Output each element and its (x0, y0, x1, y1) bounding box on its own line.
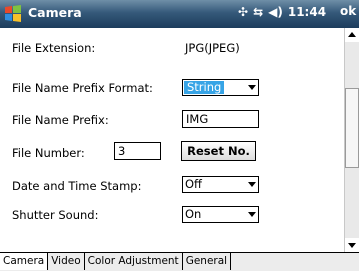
file-number-input[interactable]: 3 (114, 142, 161, 160)
tab-video[interactable]: Video (48, 253, 85, 270)
scroll-up-icon[interactable] (345, 28, 359, 42)
speaker-icon: ◀) (268, 5, 283, 19)
ok-button[interactable]: ok (340, 4, 359, 24)
timestamp-label: Date and Time Stamp: (12, 179, 142, 193)
settings-panel: File Extension: JPG(JPEG) File Name Pref… (0, 28, 344, 252)
chevron-down-icon (248, 212, 256, 217)
file-extension-label: File Extension: (12, 41, 96, 55)
connectivity-icon: ⇆ (253, 5, 264, 19)
prefix-format-label: File Name Prefix Format: (12, 81, 153, 95)
tab-color-adjustment[interactable]: Color Adjustment (84, 253, 183, 270)
signal-icon: ✣ (238, 5, 249, 19)
status-area[interactable]: ✣ ⇆ ◀) 11:44 (238, 5, 326, 19)
scroll-down-icon[interactable] (345, 238, 359, 252)
prefix-label: File Name Prefix: (12, 113, 109, 127)
timestamp-select[interactable]: Off (182, 176, 259, 193)
scroll-thumb[interactable] (345, 88, 359, 168)
clock: 11:44 (287, 5, 327, 19)
tab-camera[interactable]: Camera (0, 253, 49, 270)
tab-bar: Camera Video Color Adjustment General (0, 252, 359, 271)
chevron-down-icon (248, 85, 256, 90)
title-bar: Camera ✣ ⇆ ◀) 11:44 ok (0, 0, 359, 28)
shutter-select[interactable]: On (182, 206, 259, 223)
file-extension-value: JPG(JPEG) (185, 41, 240, 55)
timestamp-value: Off (185, 177, 202, 191)
vertical-scrollbar[interactable] (344, 28, 359, 252)
reset-number-button[interactable]: Reset No. (181, 141, 256, 161)
shutter-label: Shutter Sound: (12, 208, 99, 222)
prefix-format-select[interactable]: String (182, 79, 259, 96)
windows-start-icon[interactable] (3, 4, 23, 24)
prefix-input[interactable]: IMG (182, 110, 259, 128)
file-number-label: File Number: (12, 146, 85, 160)
app-title: Camera (28, 5, 82, 20)
chevron-down-icon (248, 182, 256, 187)
tab-general[interactable]: General (182, 253, 232, 270)
prefix-format-value: String (184, 81, 225, 94)
shutter-value: On (185, 207, 202, 221)
